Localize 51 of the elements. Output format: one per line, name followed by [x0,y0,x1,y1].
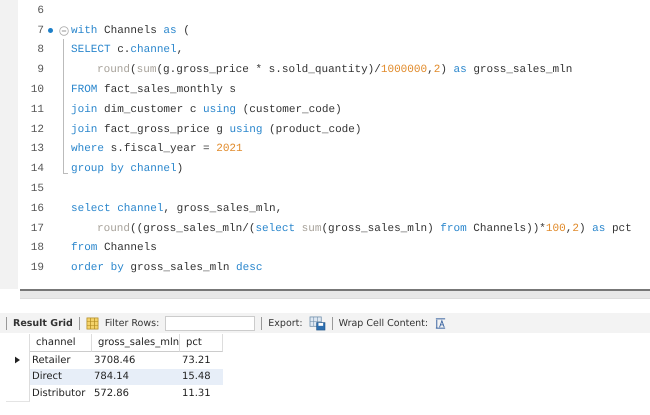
line-number: 14 [30,163,44,176]
filter-rows-label: Filter Rows: [104,318,160,328]
table-cell-text: 73.21 [181,354,212,366]
line-number: 6 [36,4,44,17]
line-number: 17 [30,222,44,235]
column-header[interactable]: gross_sales_mln [92,334,180,352]
table-cell-text: 3708.46 [93,354,136,366]
code-line: where s.fiscal_year = 2021 [71,143,243,156]
line-number: 13 [30,143,44,156]
panel-splitter[interactable] [20,289,650,299]
code-line: select channel, gross_sales_mln, [71,202,282,215]
table-cell-text: 784.14 [93,371,130,382]
fold-toggle-icon[interactable] [58,26,68,36]
line-number: 10 [30,84,44,96]
table-row[interactable]: Direct 784.14 15.48 [6,368,223,385]
line-number: 11 [30,104,44,116]
table-cell-text: Direct [31,371,63,382]
line-number: 7 [36,24,44,37]
code-line: join dim_customer c using (customer_code) [71,104,342,116]
code-line: group by channel) [71,163,184,176]
code-line: round(sum(g.gross_price * s.sold_quantity)/1000000,2) as gross_sales_mln [96,64,572,76]
line-number: 18 [30,242,44,254]
table-cell-text: 11.31 [181,388,212,399]
table-cell-text: 15.48 [181,371,212,382]
export-grid-icon[interactable] [308,316,326,330]
code-line: SELECT c.channel, [71,44,184,56]
result-grid-tab[interactable]: Result Grid [13,318,73,328]
line-number: 12 [30,124,44,136]
grid-columns-icon[interactable] [86,316,99,330]
breakpoint-dot-icon[interactable] [48,28,52,34]
table-row[interactable]: Distributor 572.86 11.31 [6,385,223,402]
line-number: 19 [30,262,44,274]
wrap-text-icon[interactable] [434,316,448,330]
table-cell-text: Distributor [31,388,86,399]
line-number: 9 [36,64,44,76]
code-line: join fact_gross_price g using (product_code) [71,124,362,136]
filter-rows-field[interactable] [165,316,256,330]
code-line: from Channels [71,242,157,254]
code-line: order by gross_sales_mln desc [71,262,262,274]
table-cell-text: 572.86 [93,388,130,399]
column-header[interactable]: pct [180,334,223,352]
line-number: 15 [30,183,44,196]
code-line: FROM fact_sales_monthly s [71,84,236,96]
column-header[interactable]: channel [30,334,92,352]
code-line: with Channels as ( [71,24,190,37]
wrap-cell-content-label: Wrap Cell Content: [338,318,428,328]
code-line: round((gross_sales_mln/(select sum(gross_sales_mln) from Channels))*100,2) as pct [96,222,632,235]
line-number: 16 [30,202,44,215]
table-cell-text: Retailer [31,354,72,366]
export-label: Export: [268,318,303,328]
line-number: 8 [36,44,44,56]
